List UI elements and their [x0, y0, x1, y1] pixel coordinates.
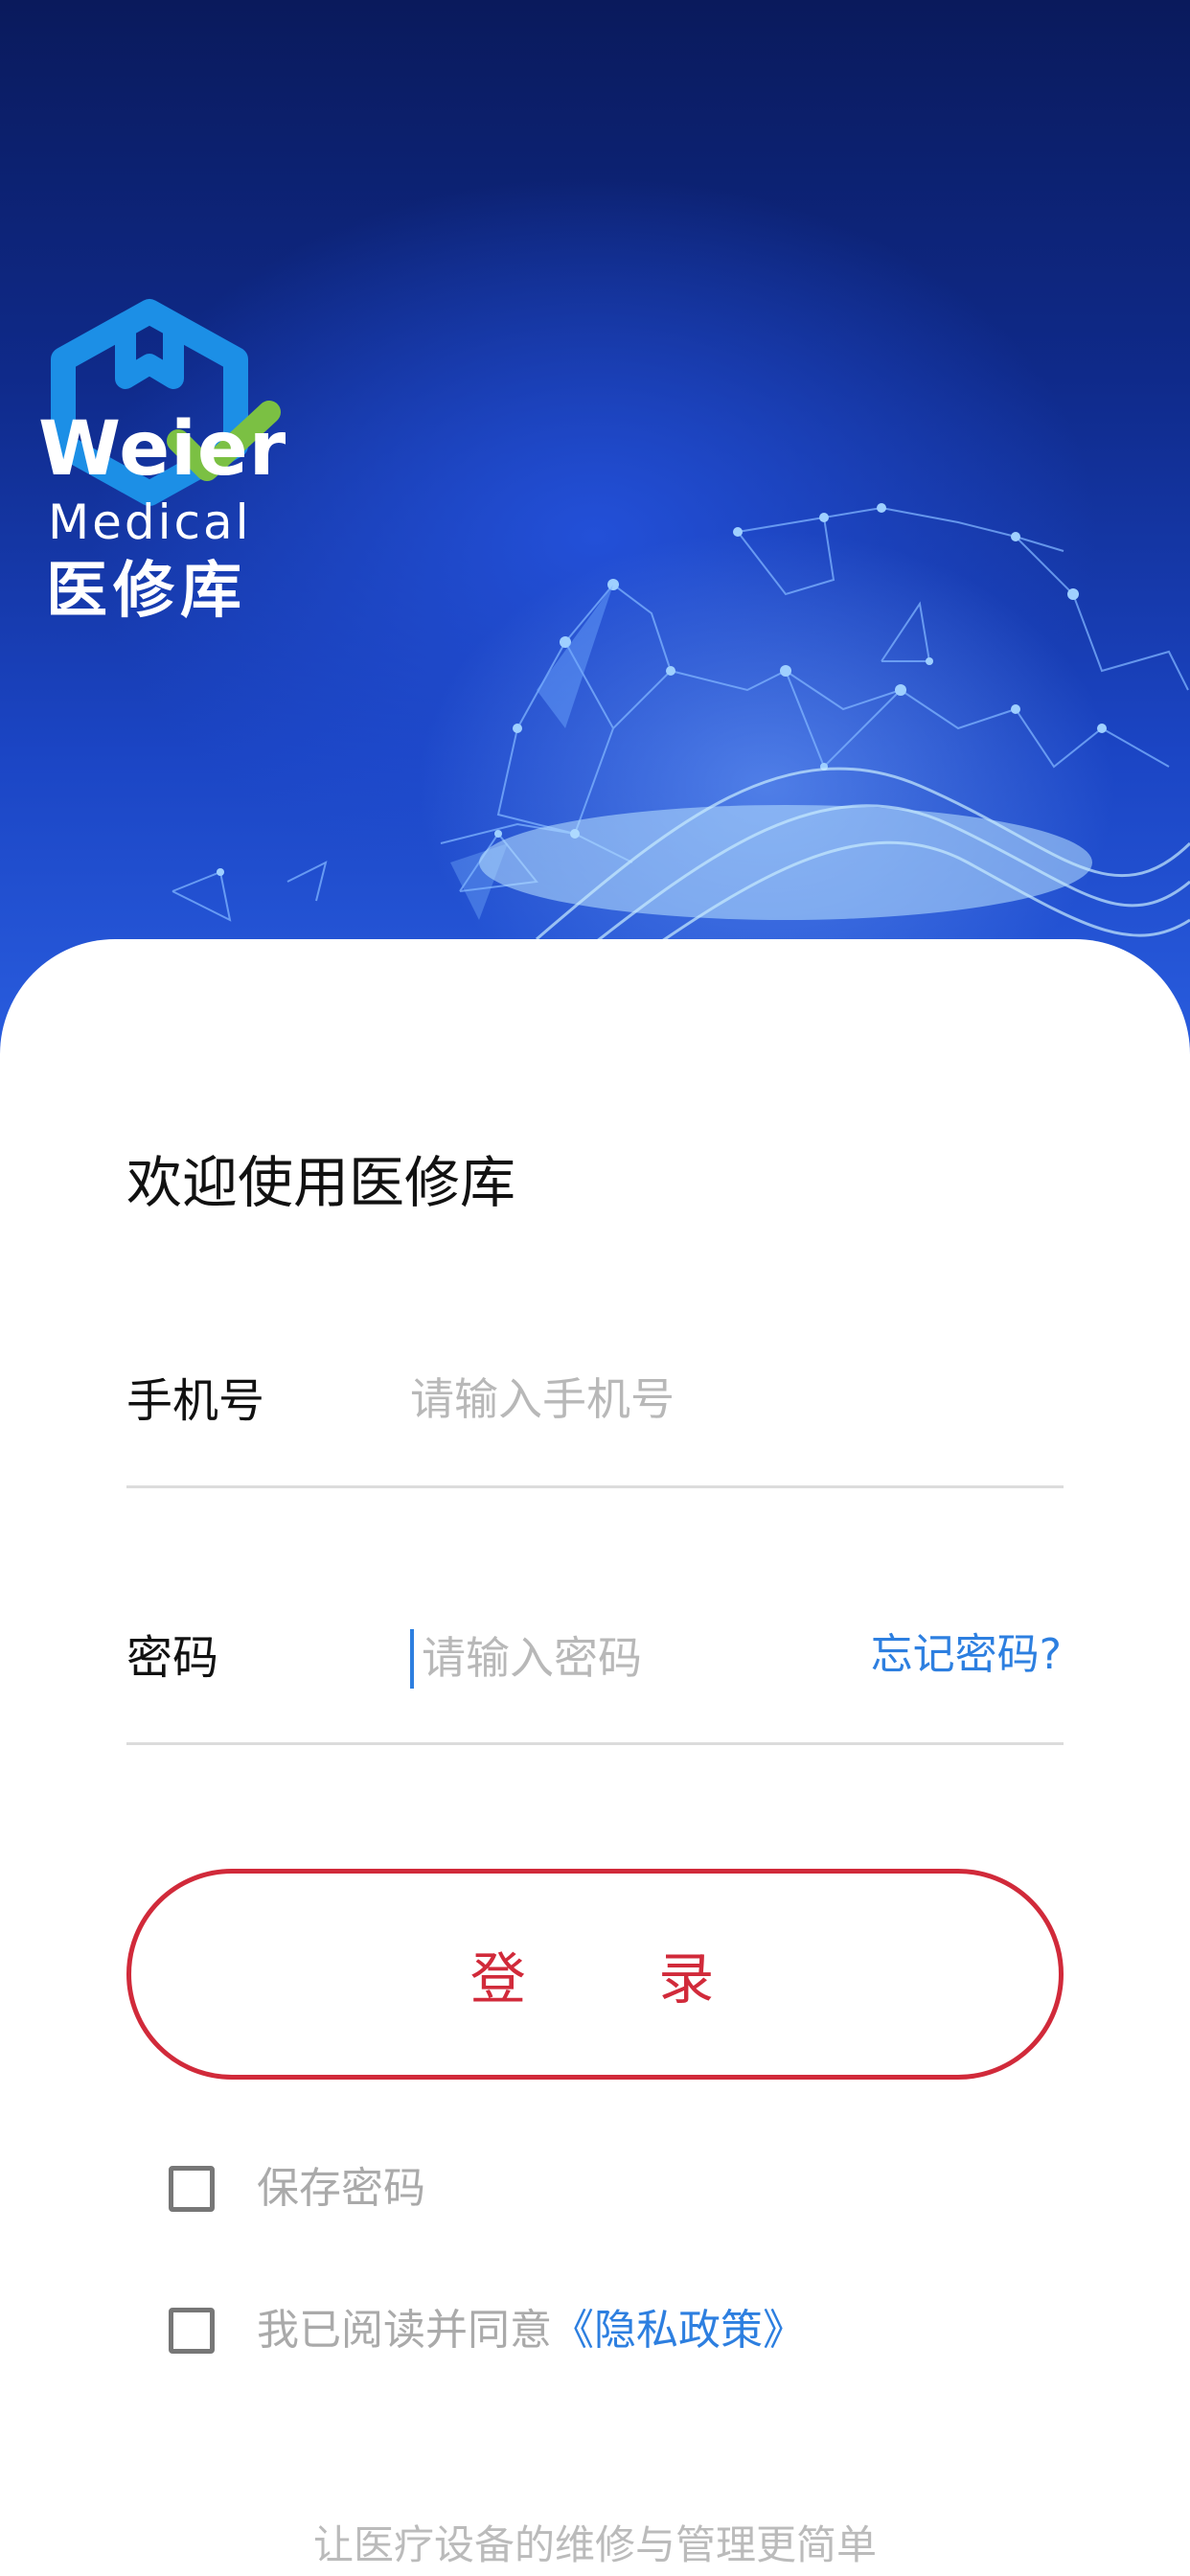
- agree-policy-checkbox[interactable]: [169, 2308, 215, 2354]
- remember-password-label: 保存密码: [257, 2164, 425, 2213]
- password-divider: [126, 1742, 1064, 1745]
- phone-divider: [126, 1485, 1064, 1488]
- footer-slogan: 让医疗设备的维修与管理更简单: [312, 2521, 877, 2568]
- phone-label: 手机号: [126, 1374, 265, 1428]
- agree-policy-row: 我已阅读并同意 《隐私政策》: [169, 2308, 805, 2354]
- remember-password-checkbox[interactable]: [169, 2166, 215, 2212]
- logo-subtitle: Medical: [48, 494, 252, 550]
- logo-wordmark: Weier: [38, 406, 287, 493]
- remember-password-row: 保存密码: [169, 2166, 425, 2212]
- agree-policy-label: 我已阅读并同意: [257, 2306, 552, 2355]
- password-input[interactable]: [422, 1624, 843, 1691]
- hero-banner: Weier Medical 医修库: [0, 0, 1190, 1073]
- welcome-title: 欢迎使用医修库: [126, 1150, 516, 1215]
- privacy-policy-link[interactable]: 《隐私政策》: [552, 2310, 805, 2352]
- login-button[interactable]: 登 录: [126, 1869, 1064, 2080]
- text-cursor: [410, 1629, 414, 1689]
- phone-input[interactable]: [410, 1366, 832, 1433]
- password-label: 密码: [126, 1631, 219, 1685]
- forgot-password-link[interactable]: 忘记密码?: [871, 1634, 1062, 1676]
- logo-chinese-name: 医修库: [46, 556, 247, 627]
